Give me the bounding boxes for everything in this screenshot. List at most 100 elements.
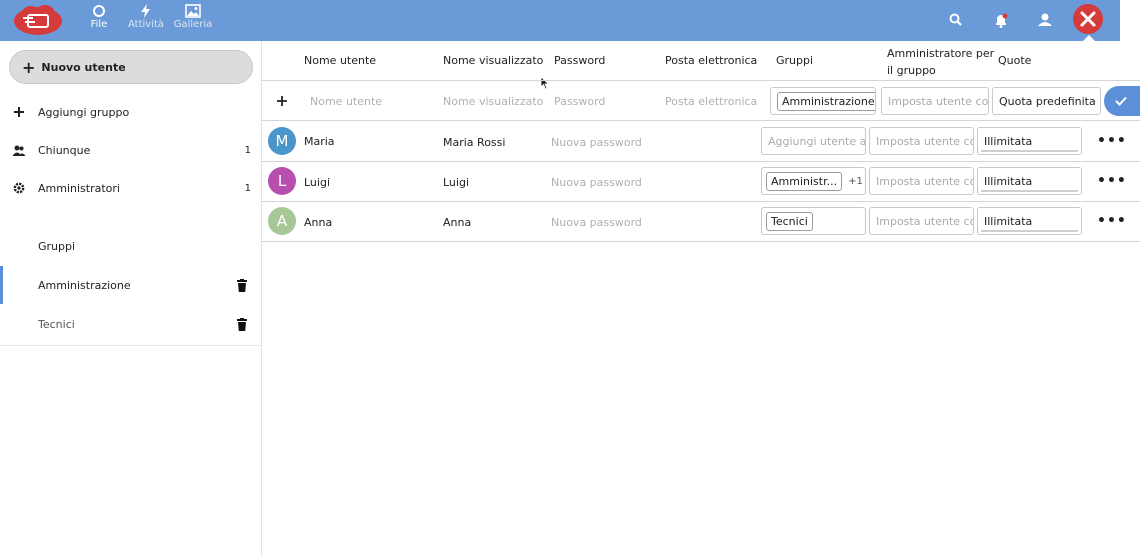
groups-header-label: Gruppi <box>38 239 76 253</box>
user-group-admin-placeholder: Imposta utente co <box>876 174 974 188</box>
add-group-label: Aggiungi gruppo <box>38 105 130 119</box>
user-quota-select[interactable]: Illimitata <box>977 167 1082 195</box>
top-header: File Attività Galleria <box>0 0 1120 41</box>
sidebar-item-admins[interactable]: Amministratori 1 <box>0 169 261 207</box>
new-user-label: Nuovo utente <box>41 60 126 74</box>
column-header-groups: Gruppi <box>776 54 814 67</box>
more-groups-count: +1 <box>848 175 863 187</box>
row-divider <box>262 120 1140 121</box>
plus-icon <box>14 107 24 117</box>
user-groups-placeholder: Aggiungi utente a <box>768 134 866 148</box>
sidebar: + Nuovo utente Aggiungi gruppo Chiunque … <box>0 41 262 556</box>
group-tag[interactable]: Tecnici <box>766 211 813 231</box>
column-header-password: Password <box>554 54 606 67</box>
app-files[interactable]: File <box>74 4 124 31</box>
email-input[interactable]: Posta elettronica <box>665 95 757 108</box>
user-groups-select[interactable]: Tecnici <box>761 207 866 235</box>
user-display-name[interactable]: Maria Rossi <box>443 136 505 149</box>
group-admin-select[interactable]: Imposta utente con <box>881 87 989 115</box>
user-avatar-icon[interactable] <box>1073 4 1103 34</box>
column-header-email[interactable]: Posta elettronica <box>665 54 757 67</box>
group-label: Tecnici <box>38 317 75 331</box>
user-display-name[interactable]: Luigi <box>443 176 469 189</box>
groups-header: Gruppi <box>0 227 261 265</box>
sidebar-item-everyone[interactable]: Chiunque 1 <box>0 131 261 169</box>
groups-select[interactable]: Amministrazione <box>770 87 876 115</box>
column-header-display-name[interactable]: Nome visualizzato <box>443 54 543 67</box>
cloud-logo-icon[interactable] <box>13 4 63 36</box>
sidebar-item-admins-label: Amministratori <box>38 181 120 195</box>
quota-select[interactable]: Quota predefinita <box>992 87 1101 115</box>
column-header-group-admin-line1: Amministratore per <box>887 47 995 60</box>
contacts-icon[interactable] <box>1035 10 1055 30</box>
quota-usage-bar <box>981 230 1078 232</box>
folder-icon <box>93 5 105 17</box>
user-groups-select[interactable]: Amministr... +1 <box>761 167 866 195</box>
user-quota-select[interactable]: Illimitata <box>977 207 1082 235</box>
divider <box>0 345 261 346</box>
column-header-username[interactable]: Nome utente <box>304 54 376 67</box>
group-admin-placeholder: Imposta utente con <box>888 94 989 108</box>
new-user-button[interactable]: + Nuovo utente <box>9 50 253 84</box>
user-groups-select[interactable]: Aggiungi utente a <box>761 127 866 155</box>
avatar-mark-icon <box>1080 11 1096 27</box>
notifications-icon[interactable] <box>991 10 1011 30</box>
app-gallery-label: Galleria <box>173 19 213 30</box>
more-actions-button[interactable]: ••• <box>1097 133 1127 149</box>
mouse-cursor-icon <box>540 76 550 90</box>
quota-value: Quota predefinita <box>999 94 1096 108</box>
plus-icon: + <box>22 57 36 77</box>
row-divider <box>262 241 1140 242</box>
user-group-admin-select[interactable]: Imposta utente co <box>869 127 974 155</box>
user-group-admin-placeholder: Imposta utente co <box>876 214 974 228</box>
group-tag[interactable]: Amministr... <box>766 171 843 191</box>
more-actions-button[interactable]: ••• <box>1097 173 1127 189</box>
menu-caret <box>1083 35 1095 41</box>
sidebar-item-everyone-count: 1 <box>244 144 251 156</box>
app-activity-label: Attività <box>127 19 165 30</box>
quota-usage-bar <box>981 150 1078 152</box>
column-header-quota[interactable]: Quote <box>998 54 1031 67</box>
user-display-name[interactable]: Anna <box>443 216 471 229</box>
user-username: Anna <box>304 216 333 229</box>
plus-icon <box>277 96 287 106</box>
user-quota-value: Illimitata <box>984 134 1033 148</box>
avatar: M <box>268 127 296 155</box>
sidebar-item-admins-count: 1 <box>244 182 251 194</box>
more-actions-button[interactable]: ••• <box>1097 213 1127 229</box>
app-activity[interactable]: Attività <box>121 4 171 31</box>
sidebar-item-group-tecnici[interactable]: Tecnici <box>0 305 261 343</box>
user-username: Luigi <box>304 176 331 189</box>
sidebar-item-everyone-label: Chiunque <box>38 143 91 157</box>
gear-icon <box>13 182 25 194</box>
user-group-admin-select[interactable]: Imposta utente co <box>869 207 974 235</box>
avatar: A <box>268 207 296 235</box>
row-divider <box>262 161 1140 162</box>
user-password-input[interactable]: Nuova password <box>551 176 642 189</box>
search-icon[interactable] <box>946 10 966 30</box>
display-name-input[interactable]: Nome visualizzato <box>443 95 543 108</box>
user-password-input[interactable]: Nuova password <box>551 216 642 229</box>
group-label: Amministrazione <box>38 278 131 292</box>
trash-icon[interactable] <box>236 278 248 292</box>
username-input[interactable]: Nome utente <box>310 95 382 108</box>
app-files-label: File <box>90 19 108 30</box>
sidebar-item-group-amministrazione[interactable]: Amministrazione <box>0 266 261 304</box>
app-gallery[interactable]: Galleria <box>168 4 218 31</box>
add-group-button[interactable]: Aggiungi gruppo <box>0 93 261 131</box>
user-group-admin-select[interactable]: Imposta utente co <box>869 167 974 195</box>
confirm-button[interactable] <box>1104 86 1140 116</box>
user-quota-value: Illimitata <box>984 174 1033 188</box>
row-divider <box>262 201 1140 202</box>
trash-icon[interactable] <box>236 317 248 331</box>
user-quota-select[interactable]: Illimitata <box>977 127 1082 155</box>
user-username: Maria <box>304 135 335 148</box>
password-input[interactable]: Password <box>554 95 605 108</box>
checkmark-icon <box>1115 96 1127 106</box>
group-tag[interactable]: Amministrazione <box>777 91 875 111</box>
column-header-group-admin: Amministratore per il gruppo <box>887 45 994 79</box>
row-divider <box>262 80 1140 81</box>
user-password-input[interactable]: Nuova password <box>551 136 642 149</box>
avatar: L <box>268 167 296 195</box>
users-icon <box>12 145 26 156</box>
